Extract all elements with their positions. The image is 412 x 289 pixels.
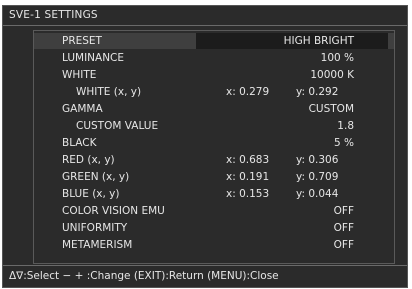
setting-label: PRESET: [62, 35, 102, 47]
key-help-footer: Δ∇:Select − + :Change (EXIT):Return (MEN…: [9, 270, 279, 282]
setting-row-white[interactable]: WHITE 10000 K: [34, 67, 394, 83]
setting-row-luminance[interactable]: LUMINANCE 100 %: [34, 50, 394, 66]
setting-value[interactable]: OFF: [334, 220, 354, 236]
setting-label: CUSTOM VALUE: [76, 120, 159, 132]
x-coordinate-value[interactable]: x: 0.279: [226, 84, 269, 100]
setting-row-blue-xy[interactable]: BLUE (x, y) x: 0.153 y: 0.044: [34, 186, 394, 202]
setting-value[interactable]: HIGH BRIGHT: [284, 33, 354, 49]
setting-row-black[interactable]: BLACK 5 %: [34, 135, 394, 151]
setting-row-custom-value[interactable]: CUSTOM VALUE 1.8: [34, 118, 394, 134]
footer-divider: [3, 265, 407, 266]
y-coordinate-value[interactable]: y: 0.709: [296, 169, 338, 185]
title-divider: [3, 25, 407, 26]
setting-row-metamerism[interactable]: METAMERISM OFF: [34, 237, 394, 253]
setting-value[interactable]: OFF: [334, 203, 354, 219]
setting-label: METAMERISM: [62, 239, 133, 251]
setting-value[interactable]: 10000 K: [310, 67, 354, 83]
y-coordinate-value[interactable]: y: 0.306: [296, 152, 338, 168]
setting-value[interactable]: 5 %: [334, 135, 354, 151]
setting-row-green-xy[interactable]: GREEN (x, y) x: 0.191 y: 0.709: [34, 169, 394, 185]
setting-value[interactable]: OFF: [334, 237, 354, 253]
osd-menu: SVE-1 SETTINGS PRESET HIGH BRIGHT LUMINA…: [2, 5, 408, 288]
y-coordinate-value[interactable]: y: 0.044: [296, 186, 338, 202]
setting-label: RED (x, y): [62, 154, 115, 166]
setting-label: GREEN (x, y): [62, 171, 130, 183]
setting-label: UNIFORMITY: [62, 222, 128, 234]
setting-label: WHITE: [62, 69, 97, 81]
x-coordinate-value[interactable]: x: 0.153: [226, 186, 269, 202]
setting-row-preset[interactable]: PRESET HIGH BRIGHT: [34, 33, 394, 49]
y-coordinate-value[interactable]: y: 0.292: [296, 84, 338, 100]
setting-label: WHITE (x, y): [76, 86, 142, 98]
setting-row-red-xy[interactable]: RED (x, y) x: 0.683 y: 0.306: [34, 152, 394, 168]
settings-list: PRESET HIGH BRIGHT LUMINANCE 100 % WHITE…: [33, 30, 395, 264]
setting-row-uniformity[interactable]: UNIFORMITY OFF: [34, 220, 394, 236]
menu-title: SVE-1 SETTINGS: [9, 9, 98, 21]
setting-value[interactable]: 100 %: [321, 50, 354, 66]
setting-row-white-xy[interactable]: WHITE (x, y) x: 0.279 y: 0.292: [34, 84, 394, 100]
setting-row-color-vision-emu[interactable]: COLOR VISION EMU OFF: [34, 203, 394, 219]
setting-row-gamma[interactable]: GAMMA CUSTOM: [34, 101, 394, 117]
setting-label: BLUE (x, y): [62, 188, 120, 200]
setting-value[interactable]: 1.8: [337, 118, 354, 134]
setting-value[interactable]: CUSTOM: [309, 101, 354, 117]
x-coordinate-value[interactable]: x: 0.683: [226, 152, 269, 168]
setting-label: LUMINANCE: [62, 52, 125, 64]
setting-label: GAMMA: [62, 103, 103, 115]
setting-label: COLOR VISION EMU: [62, 205, 165, 217]
x-coordinate-value[interactable]: x: 0.191: [226, 169, 269, 185]
setting-label: BLACK: [62, 137, 97, 149]
